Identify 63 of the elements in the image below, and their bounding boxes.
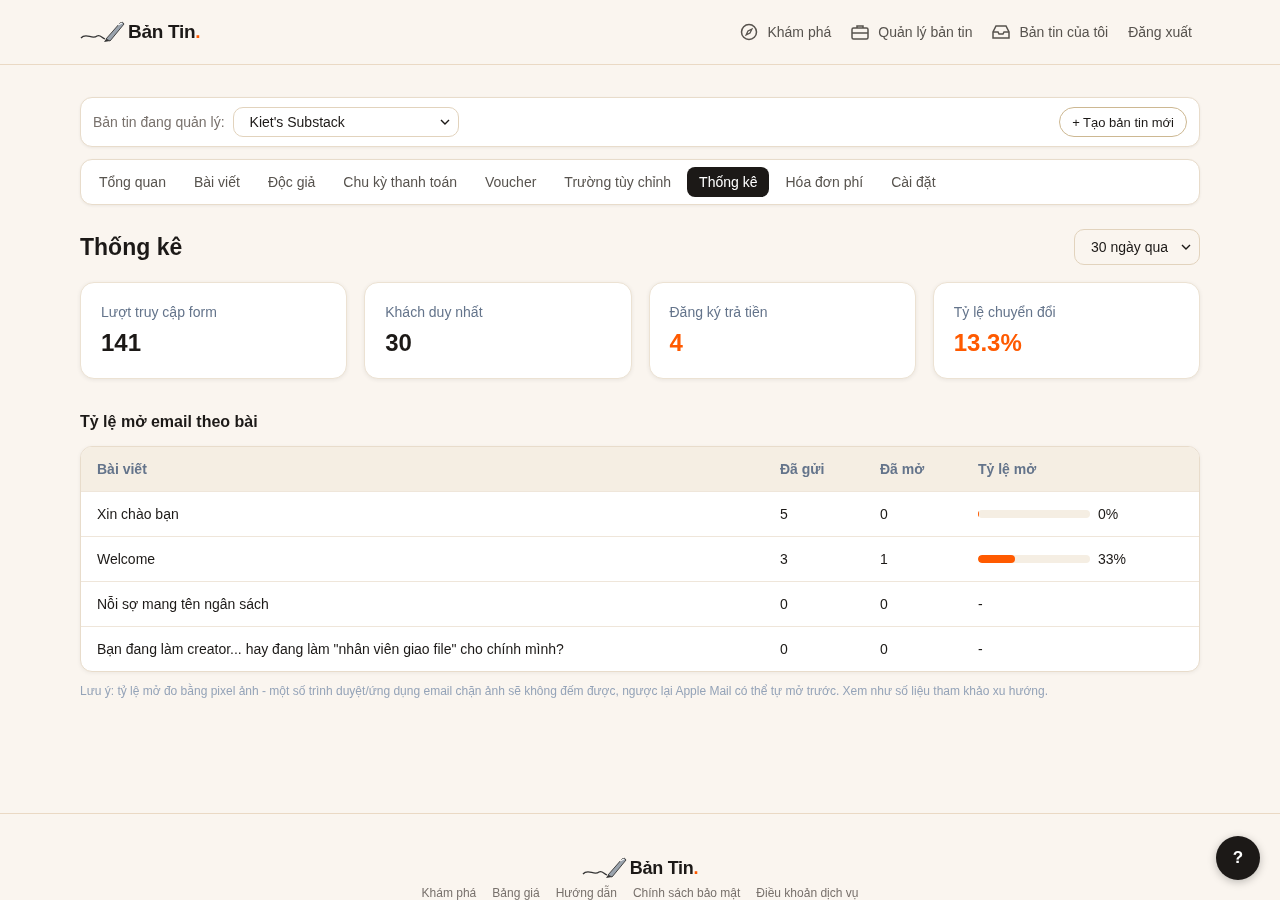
footer-link[interactable]: Điều khoản dịch vụ (756, 886, 859, 900)
compass-icon (740, 23, 759, 41)
open-rate-value: 33% (1098, 551, 1127, 567)
create-newsletter-button[interactable]: + Tạo bản tin mới (1059, 107, 1187, 137)
column-header: Tỷ lệ mở (978, 461, 1037, 477)
opened-count: 1 (880, 551, 888, 567)
stat-value: 13.3% (953, 329, 1022, 357)
footer-link[interactable]: Khám phá (421, 886, 477, 900)
nav-link[interactable]: Đăng xuất (1128, 24, 1192, 40)
post-title: Welcome (97, 551, 156, 567)
stat-label: Đăng ký trả tiền (669, 304, 769, 320)
footer-link[interactable]: Hướng dẫn (555, 886, 617, 900)
nav-link[interactable]: Khám phá (740, 23, 832, 41)
logo-text[interactable]: Bản Tin. (128, 21, 201, 43)
sent-count: 5 (780, 506, 788, 522)
column-header: Bài viết (97, 461, 147, 477)
post-title: Bạn đang làm creator... hay đang làm "nhân viên giao file" cho chính mình? (97, 641, 564, 657)
footnote: Lưu ý: tỷ lệ mở đo bằng pixel ảnh - một số trình duyệt/ứng dụng email chặn ảnh sẽ không đếm được, ngược lại Apple Mail có thể tự mở trước. Xem như số liệu tham khảo xu hướng. (80, 684, 1049, 698)
tab[interactable]: Bài viết (181, 167, 252, 197)
post-title: Xin chào bạn (97, 506, 179, 522)
stat-value: 141 (101, 329, 142, 357)
post-title: Nỗi sợ mang tên ngân sách (97, 596, 269, 612)
logo-text[interactable]: Bản Tin. (629, 857, 699, 879)
period-select[interactable]: 30 ngày qua (1074, 229, 1200, 265)
stat-label: Lượt truy cập form (101, 304, 218, 320)
tab[interactable]: Chu kỳ thanh toán (331, 167, 469, 197)
stat-label: Khách duy nhất (385, 304, 484, 320)
tab[interactable]: Hóa đơn phí (773, 167, 876, 197)
pen-icon (80, 20, 126, 44)
sent-count: 0 (780, 641, 788, 657)
stat-value: 4 (669, 329, 683, 357)
newsletter-select[interactable]: Kiet's Substack (232, 107, 459, 137)
briefcase-icon (851, 24, 870, 40)
inbox-icon (992, 24, 1011, 40)
nav-link[interactable]: Quản lý bản tin (851, 24, 973, 40)
chevron-icon (1181, 244, 1191, 250)
open-rate-value: 0% (1098, 506, 1119, 522)
tab[interactable]: Tổng quan (87, 167, 178, 197)
sent-count: 0 (780, 596, 788, 612)
tab[interactable]: Voucher (473, 167, 549, 197)
footer-link[interactable]: Bảng giá (492, 886, 540, 900)
stat-label: Tỷ lệ chuyển đổi (953, 304, 1057, 320)
column-header: Đã gửi (780, 461, 825, 477)
opened-count: 0 (880, 596, 888, 612)
tab[interactable]: Cài đặt (879, 167, 948, 197)
section-title: Tỷ lệ mở email theo bài (80, 413, 259, 431)
tab[interactable]: Thống kê (687, 167, 770, 197)
footer-link[interactable]: Chính sách bảo mật (632, 886, 741, 900)
nav-link[interactable]: Bản tin của tôi (992, 24, 1109, 40)
sent-count: 3 (780, 551, 788, 567)
chevron-icon (439, 119, 450, 125)
open-rate-value: - (978, 596, 983, 612)
help-button[interactable]: ? (1216, 836, 1260, 880)
manager-label: Bản tin đang quản lý: (93, 114, 225, 130)
tab[interactable]: Trường tùy chỉnh (552, 167, 684, 197)
opened-count: 0 (880, 506, 888, 522)
pen-icon (581, 856, 628, 880)
page-title: Thống kê (80, 233, 183, 261)
opened-count: 0 (880, 641, 888, 657)
tab[interactable]: Độc giả (255, 167, 328, 197)
column-header: Đã mở (880, 461, 925, 477)
stat-value: 30 (385, 329, 412, 357)
open-rate-value: - (978, 641, 983, 657)
